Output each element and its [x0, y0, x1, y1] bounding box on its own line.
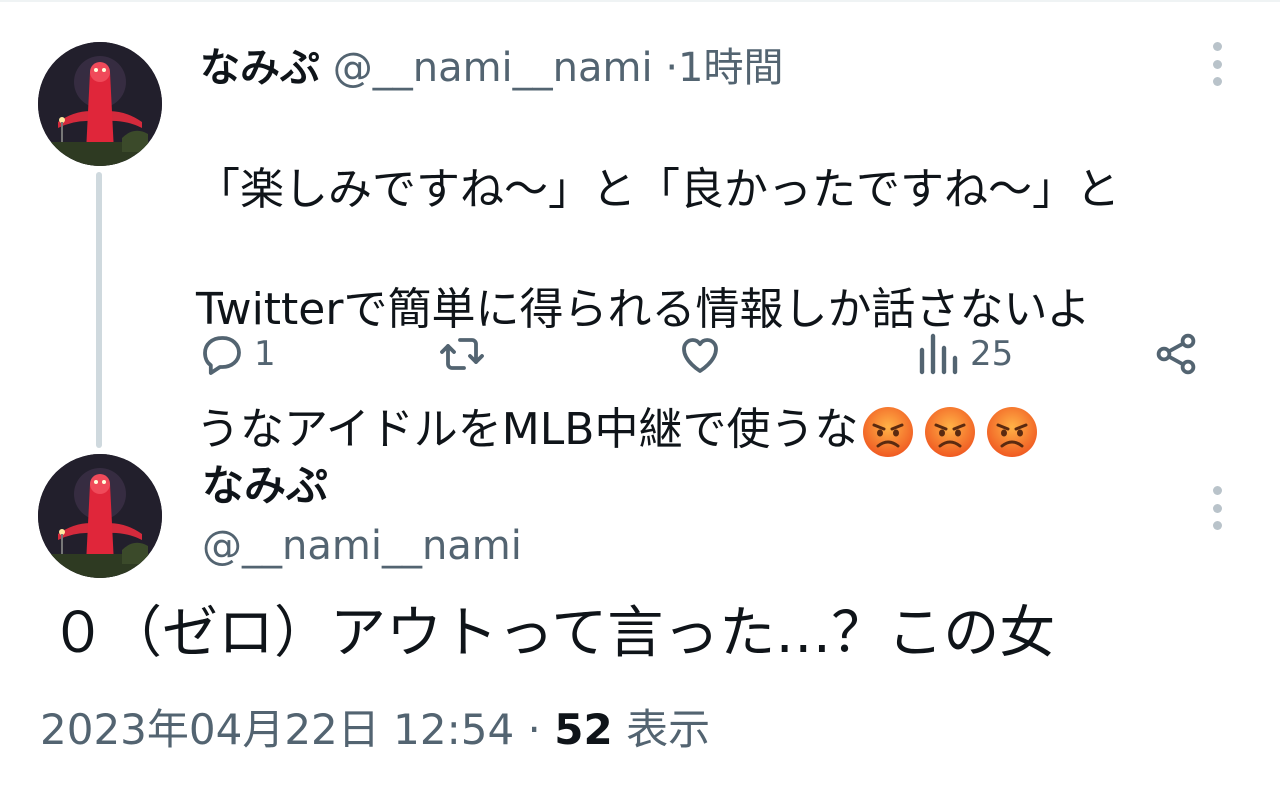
like-icon: [682, 338, 718, 373]
views-button[interactable]: 25: [914, 322, 1013, 386]
tweet-header: なみぷ @__nami__nami ·1時間: [200, 40, 784, 96]
retweet-button[interactable]: [438, 322, 494, 386]
share-icon: [1156, 333, 1196, 375]
avatar-image: [38, 42, 162, 166]
top-divider: [0, 0, 1280, 2]
views-icon: [919, 333, 958, 375]
tweet-text: 「楽しみですね〜」と「良かったですね〜」と Twitterで簡単に得られる情報し…: [196, 100, 1256, 520]
tweet-date[interactable]: 2023年04月22日 12:54: [40, 705, 514, 754]
avatar-image: [38, 454, 162, 578]
tweet-text-line-content: うなアイドルをMLB中継で使うな: [196, 404, 859, 455]
reply-count: 1: [254, 334, 276, 374]
angry-face-icon: [987, 407, 1038, 457]
separator-dot: ·: [665, 45, 679, 91]
more-icon[interactable]: [1207, 486, 1227, 530]
share-button[interactable]: [1152, 322, 1200, 386]
reply-icon: [203, 336, 241, 375]
views-count: 25: [970, 334, 1014, 374]
author-handle[interactable]: @__nami__nami: [333, 45, 653, 91]
emoji-group: [862, 406, 1038, 458]
views-label: 表示: [626, 705, 711, 754]
author-name[interactable]: なみぷ: [200, 45, 320, 91]
tweet-meta: 2023年04月22日 12:54 · 52 表示: [40, 700, 710, 760]
thread-line: [96, 172, 102, 448]
views-count: 52: [554, 705, 613, 754]
author-name[interactable]: なみぷ: [202, 458, 328, 514]
tweet-time[interactable]: 1時間: [678, 45, 783, 91]
separator-dot: ·: [527, 705, 541, 754]
angry-face-icon: [925, 407, 976, 457]
avatar[interactable]: [38, 454, 162, 578]
more-icon[interactable]: [1207, 42, 1227, 86]
like-button[interactable]: [676, 322, 732, 386]
reply-button[interactable]: 1: [198, 322, 276, 386]
tweet-text-line: うなアイドルをMLB中継で使うな: [196, 400, 1256, 460]
author-handle[interactable]: @__nami__nami: [202, 518, 522, 574]
tweet-text-line: 「楽しみですね〜」と「良かったですね〜」と: [196, 164, 1120, 215]
tweet-text: ０（ゼロ）アウトって言った…？この女: [50, 601, 1056, 666]
avatar[interactable]: [38, 42, 162, 166]
retweet-icon: [440, 338, 484, 370]
tweet-actions: 1 25: [0, 322, 1280, 386]
angry-face-icon: [863, 407, 914, 457]
